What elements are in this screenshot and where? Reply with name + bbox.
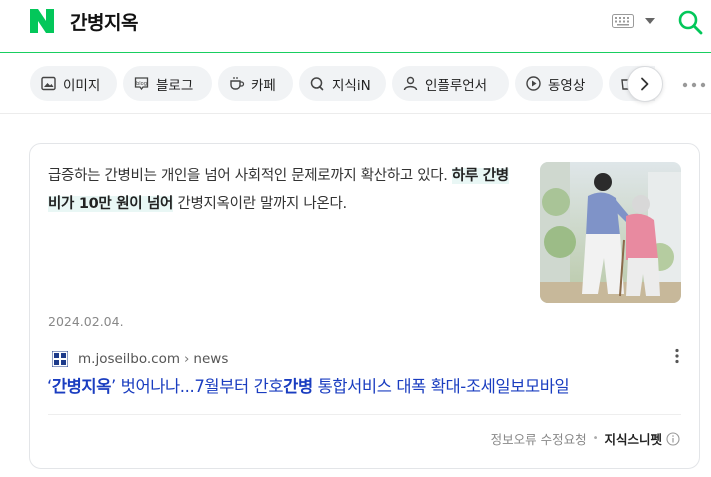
search-header: 간병지옥	[0, 0, 711, 53]
tab-knowledge[interactable]: 지식iN	[299, 66, 386, 101]
tab-blog[interactable]: blog 블로그	[123, 66, 212, 101]
search-icon[interactable]	[677, 9, 703, 35]
tab-label: 카페	[251, 77, 276, 94]
more-horizontal-icon[interactable]	[682, 82, 706, 88]
caret-down-icon[interactable]	[645, 17, 655, 25]
tab-video[interactable]: 동영상	[515, 66, 603, 101]
result-thumbnail[interactable]	[540, 162, 681, 303]
title-keyword: 간병지옥	[51, 377, 112, 396]
chevron-right-icon	[641, 77, 649, 91]
card-footer: 정보오류 수정요청 • 지식스니펫	[491, 429, 680, 448]
footer-dot: •	[592, 433, 599, 444]
tab-label: 지식iN	[332, 77, 371, 94]
tab-influencer[interactable]: 인플루언서	[392, 66, 509, 101]
tab-label: 이미지	[63, 77, 101, 94]
tab-label: 인플루언서	[425, 77, 488, 94]
keyboard-icon[interactable]	[612, 14, 634, 28]
snippet-brand-label: 지식스니펫	[604, 432, 662, 447]
svg-text:blog: blog	[136, 81, 147, 87]
play-icon	[526, 76, 541, 91]
source-section: news	[193, 351, 229, 367]
tab-cafe[interactable]: 카페	[218, 66, 293, 101]
title-end: 통합서비스 대폭 확대-조세일보모바일	[312, 377, 570, 396]
blog-icon: blog	[134, 77, 149, 91]
tab-label: 동영상	[548, 77, 586, 94]
title-middle: ’ 벗어나나...7월부터 간호	[110, 377, 284, 396]
search-query-text[interactable]: 간병지옥	[70, 8, 138, 35]
snippet-text: 급증하는 간병비는 개인을 넘어 사회적인 문제로까지 확산하고 있다. 하루 …	[48, 162, 518, 218]
card-divider	[48, 414, 681, 415]
info-icon[interactable]	[666, 431, 680, 446]
site-favicon-icon	[52, 351, 68, 367]
snippet-text-end: 간병지옥이란 말까지 나온다.	[173, 196, 347, 212]
source-row[interactable]: m.joseilbo.com › news	[52, 349, 228, 369]
result-title-link[interactable]: ‘간병지옥’ 벗어나나...7월부터 간호간병 통합서비스 대폭 확대-조세일보…	[47, 373, 570, 397]
tabs-next-button[interactable]	[627, 66, 663, 102]
naver-logo-icon[interactable]	[30, 9, 54, 33]
source-domain: m.joseilbo.com	[78, 351, 181, 367]
knowledge-snippet-card: 급증하는 간병비는 개인을 넘어 사회적인 문제로까지 확산하고 있다. 하루 …	[29, 143, 700, 469]
result-date: 2024.02.04.	[48, 314, 124, 329]
source-separator: ›	[184, 351, 190, 367]
cafe-icon	[230, 77, 245, 90]
snippet-text-start: 급증하는 간병비는 개인을 넘어 사회적인 문제로까지 확산하고 있다.	[48, 168, 452, 184]
more-vertical-icon[interactable]	[674, 348, 680, 364]
knowledge-icon	[310, 77, 324, 91]
tab-label: 블로그	[156, 77, 194, 94]
report-error-link[interactable]: 정보오류 수정요청	[491, 429, 587, 448]
search-tabs-bar: 이미지 blog 블로그 카페 지식iN 인플루언서 동영상	[0, 54, 711, 114]
title-keyword-2: 간병	[283, 377, 313, 396]
person-icon	[403, 76, 418, 91]
image-icon	[41, 76, 56, 91]
tab-image[interactable]: 이미지	[30, 66, 117, 101]
caregiver-photo	[540, 162, 681, 303]
